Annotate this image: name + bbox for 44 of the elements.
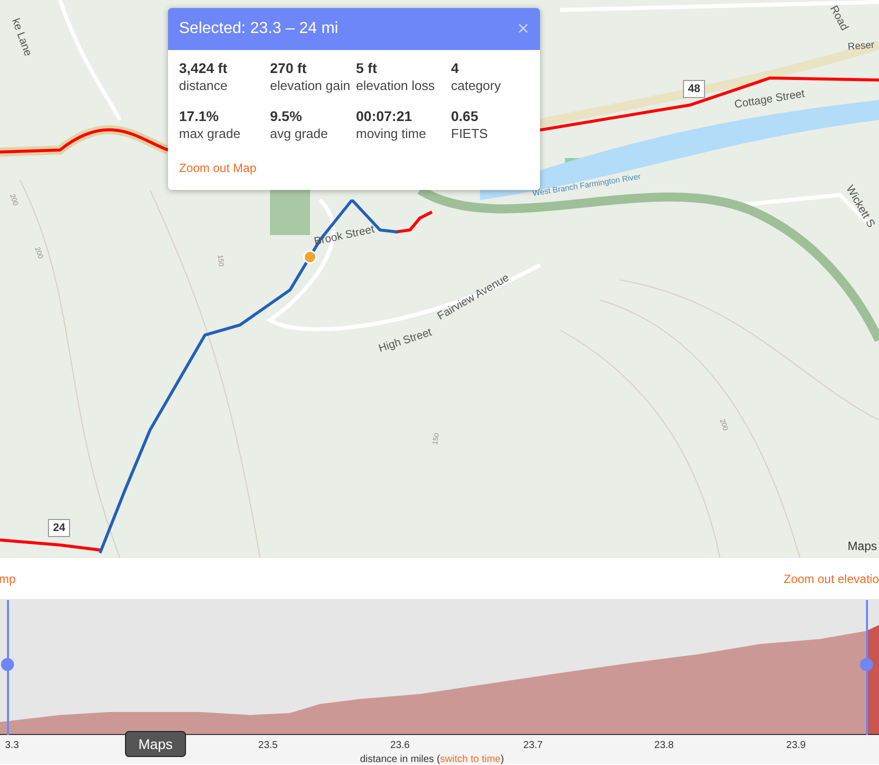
axis-tick-label: 23.9 [786, 739, 806, 753]
stat-label: FIETS [451, 125, 489, 142]
selection-handle[interactable] [860, 600, 873, 735]
stat-value: 4 [451, 60, 460, 77]
zoom-out-elevation-link[interactable]: Zoom out elevatio [784, 570, 879, 588]
stat-value: 17.1% [179, 108, 220, 125]
zoom-out-map-link[interactable]: Zoom out Map [179, 161, 256, 175]
distance-marker: 48 [683, 80, 706, 98]
switch-to-time-link[interactable]: switch to time [440, 754, 501, 765]
axis-tick-label: 23.7 [523, 739, 543, 753]
stat-value: 9.5% [270, 108, 303, 125]
position-marker [303, 250, 317, 264]
stat-label: elevation loss [356, 77, 436, 94]
map-attribution: Maps [848, 538, 877, 555]
axis-title: distance in miles (switch to time) [360, 753, 504, 765]
stat-label: category [451, 77, 502, 94]
distance-marker: 24 [48, 519, 70, 537]
map-label: High Street [377, 326, 434, 355]
axis-tick-label: 3.3 [5, 739, 19, 753]
stat-label: distance [179, 77, 228, 94]
map-label: ke Lane [9, 16, 34, 58]
map-label: Cottage Street [734, 88, 806, 111]
stat-value: 0.65 [451, 108, 480, 125]
zoom-link[interactable]: mp [0, 570, 16, 588]
popup-title: Selected: 23.3 – 24 mi [179, 19, 338, 39]
map-label: Road [827, 4, 850, 33]
axis-tick-label: 23.5 [258, 739, 278, 753]
route-line [394, 210, 433, 234]
stat-value: 270 ft [270, 60, 308, 77]
stat-label: avg grade [270, 125, 329, 142]
stat-label: moving time [356, 125, 428, 142]
axis-tick-label: 23.8 [654, 739, 674, 753]
stat-label: elevation gain [270, 77, 352, 94]
close-button[interactable]: × [517, 19, 529, 39]
stat-value: 5 ft [356, 60, 378, 77]
axis-tick-label: 23.6 [390, 739, 410, 753]
selection-handle[interactable] [1, 600, 14, 735]
tooltip: Maps [125, 731, 186, 757]
stat-value: 3,424 ft [179, 60, 228, 77]
map-label: Reser [847, 40, 875, 53]
stat-label: max grade [179, 125, 242, 142]
map-label: West Branch Farmington River [532, 172, 642, 198]
map-label: Brook Street [313, 223, 376, 248]
stat-value: 00:07:21 [356, 108, 414, 125]
